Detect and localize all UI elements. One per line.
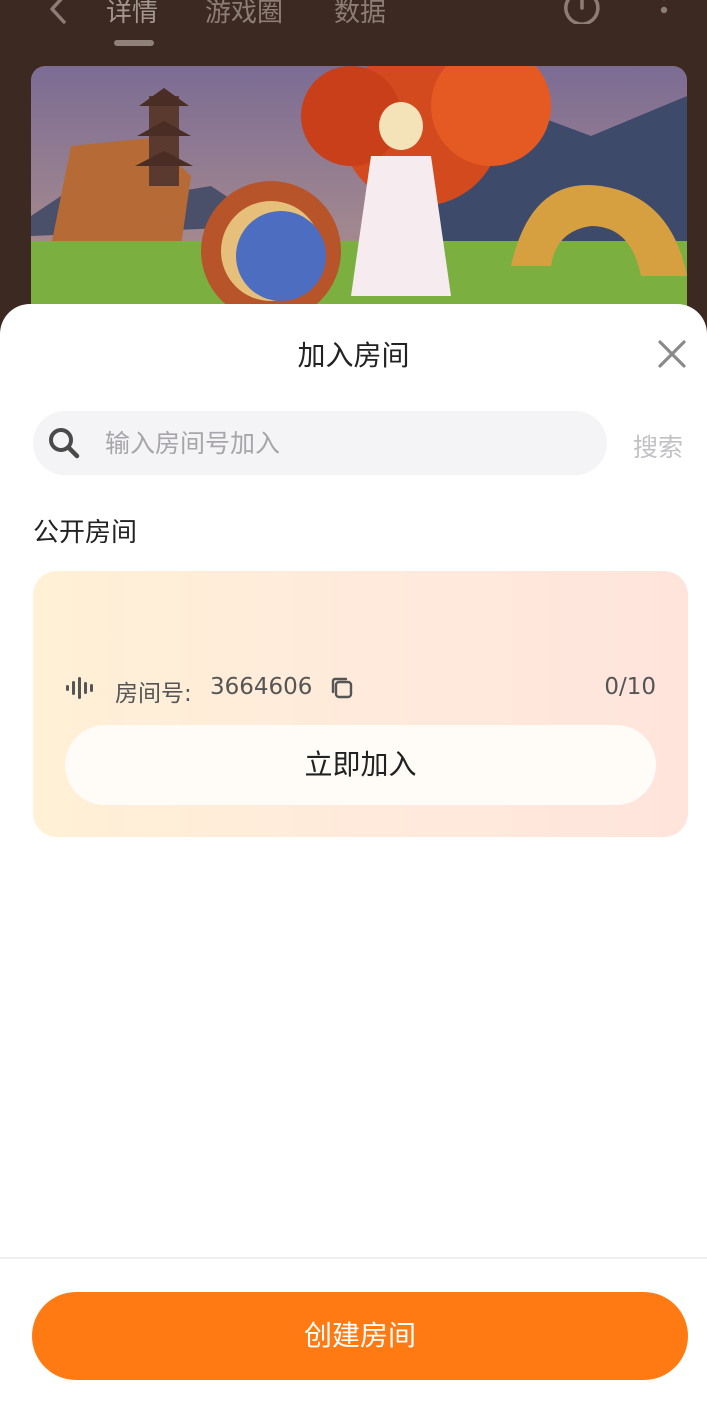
- join-now-button[interactable]: 立即加入: [65, 725, 656, 805]
- close-icon[interactable]: [652, 334, 692, 374]
- search-button[interactable]: 搜索: [633, 428, 683, 464]
- search-box: [33, 411, 607, 475]
- room-occupancy: 0/10: [604, 674, 656, 700]
- footer-divider: [0, 1257, 707, 1259]
- public-rooms-heading: 公开房间: [33, 518, 138, 548]
- voice-wave-icon: [66, 677, 93, 699]
- create-room-button[interactable]: 创建房间: [32, 1292, 688, 1380]
- join-room-sheet: 加入房间 搜索 公开房间 房间号: 3664606 0/10 立即加入 创建房间: [0, 304, 707, 1413]
- search-icon: [49, 428, 80, 459]
- sheet-title: 加入房间: [297, 339, 410, 372]
- room-card: 房间号: 3664606 0/10 立即加入: [33, 571, 688, 837]
- room-number-value: 3664606: [210, 674, 313, 700]
- copy-icon[interactable]: [329, 675, 355, 701]
- room-number-label: 房间号:: [115, 681, 192, 707]
- room-number-input[interactable]: [105, 411, 585, 475]
